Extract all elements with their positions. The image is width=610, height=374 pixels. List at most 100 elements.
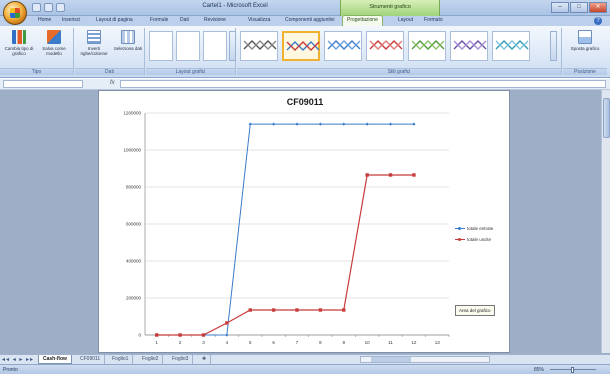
x-tick-label: 10 [365,340,371,345]
chart-area[interactable]: CF09011 0 200000 400000 600000 800000 1000000… [98,90,510,353]
undo-icon[interactable] [44,3,53,12]
tab-layout[interactable]: Layout [398,17,413,23]
redo-icon[interactable] [56,3,65,12]
y-tick-label: 800000 [126,185,142,190]
tab-componenti-aggiuntivi[interactable]: Componenti aggiuntivi [285,17,334,23]
vertical-scroll-thumb[interactable] [603,98,610,138]
chart-style-5[interactable] [408,31,446,61]
new-sheet-icon[interactable]: ✚ [198,355,212,364]
group-label-layout-grafici: Layout grafici [146,68,235,75]
template-icon [47,30,61,44]
chart-tools-context-label: Strumenti grafico [340,0,440,16]
data-point-entrate [318,122,322,126]
group-posizione: Sposta grafico Posizione [563,28,607,75]
data-point-uscite [365,173,369,177]
data-point-uscite [295,308,299,312]
minimize-button[interactable]: – [551,2,569,13]
group-label-stili-grafici: Stili grafici [237,68,561,75]
tab-home[interactable]: Home [38,17,51,23]
chart-layout-1[interactable] [149,31,173,61]
group-label-dati: Dati [75,68,144,75]
data-point-uscite [154,333,159,337]
sheet-nav-arrows[interactable]: ◂◂ ◂ ▸ ▸▸ [2,356,34,363]
tab-progettazione[interactable]: Progettazione [342,15,383,26]
zoom-level[interactable]: 85% [534,367,544,373]
legend-swatch-uscite [455,238,465,241]
switch-row-column-button[interactable]: Inverti righe/colonne [79,30,109,56]
tab-revisione[interactable]: Revisione [204,17,226,23]
group-tipo: Cambia tipo di grafico Salva come modell… [0,28,74,75]
data-point-uscite [318,308,323,312]
sheet-tab-bar: ◂◂ ◂ ▸ ▸▸ Cash-flow CF09011 Foglio1 Fogl… [0,354,610,364]
chart-style-7[interactable] [492,31,530,61]
ribbon-tabs: Home Inserisci Layout di pagina Formule … [0,15,610,26]
data-point-uscite [388,173,393,177]
sheet-tab-foglio2[interactable]: Foglio2 [138,355,164,364]
data-point-uscite [271,308,276,312]
sheet-tab-foglio3[interactable]: Foglio3 [168,355,194,364]
chart-style-1[interactable] [240,31,278,61]
tab-formule[interactable]: Formule [150,17,168,23]
save-icon[interactable] [32,3,41,12]
change-chart-type-button[interactable]: Cambia tipo di grafico [4,30,34,56]
name-box[interactable] [3,80,83,88]
ribbon: Cambia tipo di grafico Salva come modell… [0,26,610,78]
x-tick-label: 8 [319,340,322,345]
move-chart-button[interactable]: Sposta grafico [569,30,601,51]
chart-style-6[interactable] [450,31,488,61]
chart-layout-2[interactable] [176,31,200,61]
tab-visualizza[interactable]: Visualizza [248,17,270,23]
legend-label-entrate: totale entrate [467,226,494,231]
horizontal-scrollbar[interactable] [360,356,490,363]
title-bar: Cartel1 - Microsoft Excel Strumenti graf… [0,0,610,16]
data-point-entrate [412,122,416,126]
x-tick-label: 7 [296,340,299,345]
save-as-template-button[interactable]: Salva come modello [38,30,70,56]
legend-item-uscite: totale uscite [455,234,493,245]
fx-label[interactable]: fx [110,80,115,86]
chart-style-3[interactable] [324,31,362,61]
group-dati: Inverti righe/colonne Seleziona dati Dat… [75,28,145,75]
tab-inserisci[interactable]: Inserisci [62,17,80,23]
y-tick-label: 1200000 [123,111,141,116]
chart-sheet-workspace: CF09011 0 200000 400000 600000 800000 1000000… [0,90,610,354]
sheet-tab-cash-flow[interactable]: Cash-flow [38,355,72,364]
chart-legend[interactable]: totale entrate totale uscite [455,223,493,245]
x-tick-label: 12 [411,340,417,345]
plot-area[interactable]: 0 200000 400000 600000 800000 1000000 1200000 1… [99,91,511,354]
tab-dati[interactable]: Dati [180,17,189,23]
tab-layout-di-pagina[interactable]: Layout di pagina [96,17,133,23]
formula-input[interactable] [120,80,606,88]
chart-style-4[interactable] [366,31,404,61]
chart-style-2[interactable] [282,31,320,61]
data-point-entrate [248,122,252,126]
chart-layout-3[interactable] [203,31,227,61]
help-icon[interactable]: ? [594,17,602,25]
status-bar: Pronto 85% [0,364,610,374]
y-tick-label: 1000000 [123,148,141,153]
data-point-uscite [178,333,182,337]
close-button[interactable]: ✕ [589,2,607,13]
select-data-icon [121,30,135,44]
sheet-tab-foglio1[interactable]: Foglio1 [108,355,134,364]
y-tick-label: 400000 [126,259,142,264]
x-tick-label: 6 [272,340,275,345]
maximize-button[interactable]: □ [570,2,588,13]
legend-swatch-entrate [455,227,465,230]
horizontal-scroll-thumb[interactable] [371,357,411,362]
x-tick-label: 13 [435,340,441,345]
zoom-slider-knob[interactable] [571,367,574,373]
legend-item-entrate: totale entrate [455,223,493,234]
layout-gallery-scroll[interactable] [229,31,236,61]
office-button[interactable] [3,1,27,25]
sheet-tab-cf09011[interactable]: CF09011 [76,355,106,364]
move-chart-icon [578,30,592,44]
tab-formato[interactable]: Formato [424,17,443,23]
chart-type-icon [12,30,26,44]
quick-access-toolbar [32,3,65,12]
data-point-entrate [342,122,346,126]
x-tick-label: 9 [343,340,346,345]
select-data-button[interactable]: Seleziona dati [113,30,143,51]
style-gallery-scroll[interactable] [550,31,557,61]
vertical-scrollbar[interactable] [601,90,610,353]
